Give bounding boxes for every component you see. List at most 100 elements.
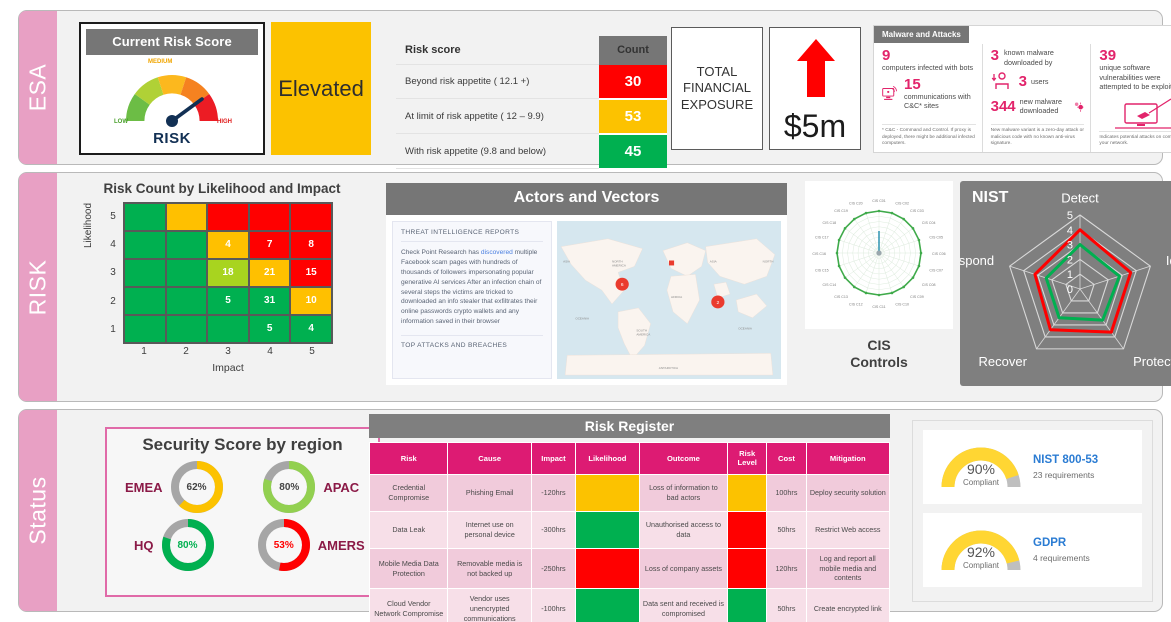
risk-register-color-swatch — [575, 473, 640, 512]
threat-intelligence-pane[interactable]: THREAT INTELLIGENCE REPORTS Check Point … — [392, 221, 552, 379]
matrix-cell[interactable] — [124, 286, 166, 315]
matrix-cell[interactable]: 4 — [290, 314, 332, 343]
security-score-donut: 80% — [160, 517, 216, 573]
status-row: Status Security Score by region EMEA 62% 8… — [18, 409, 1163, 622]
threat-intelligence-header: THREAT INTELLIGENCE REPORTS — [401, 229, 543, 242]
matrix-cell[interactable] — [124, 202, 166, 231]
risk-register-cell: Internet use on personal device — [447, 510, 532, 549]
security-score-region-label: APAC — [323, 479, 360, 495]
security-score-item[interactable]: 53% AMERS — [243, 517, 379, 573]
nist-radial-tick: 3 — [1067, 240, 1073, 252]
nist-radial-tick: 1 — [1067, 269, 1073, 281]
table-row[interactable]: Mobile Media Data Protection Removable me… — [368, 547, 891, 590]
risk-register-cell: 50hrs — [766, 588, 807, 622]
nist-axis-label: Respond — [960, 253, 994, 268]
security-score-grid: EMEA 62% 80% APAC HQ 80% 53% AMERS — [107, 459, 378, 573]
risk-score-table: Risk score Count Beyond risk appetite ( … — [396, 36, 667, 170]
risk-register-column-header[interactable]: Cause — [447, 442, 532, 475]
cis-controls-card: CIS C01 CIS C02 CIS C03 CIS C04 CIS C05 CIS C… — [805, 181, 953, 386]
esa-row-body: Current Risk Score LOW MEDIUM HIGH RISK … — [57, 11, 1171, 170]
compliance-item[interactable]: 92% Compliant GDPR 4 requirements — [923, 513, 1142, 587]
ti-discovered-link[interactable]: discovered — [481, 249, 513, 256]
security-score-item[interactable]: HQ 80% — [107, 517, 243, 573]
compliance-percent: 92% — [966, 544, 996, 560]
matrix-cell[interactable] — [124, 314, 166, 343]
risk-register-column-header[interactable]: Outcome — [638, 442, 729, 475]
elevated-status-card: Elevated — [271, 22, 371, 155]
matrix-cell[interactable]: 10 — [290, 286, 332, 315]
malware-col1-text2: communications with C&C* sites — [904, 91, 971, 111]
cis-axis-label: CIS C19 — [834, 209, 848, 213]
risk-matrix-x-axis-label: Impact — [212, 361, 244, 374]
y-tick: 4 — [110, 238, 116, 250]
security-score-donut: 53% — [256, 517, 312, 573]
matrix-cell[interactable]: 8 — [290, 230, 332, 259]
esa-row: ESA Current Risk Score LOW MEDIUM HIGH R… — [18, 10, 1171, 170]
matrix-cell[interactable] — [207, 314, 249, 343]
matrix-cell[interactable] — [207, 202, 249, 231]
malware-col2-big2: 3 — [1018, 72, 1027, 90]
nist-label: NIST — [972, 189, 1009, 206]
compliance-item[interactable]: 90% Compliant NIST 800-53 23 requirements — [923, 430, 1142, 504]
risk-register-cell: Create encrypted link — [805, 588, 891, 622]
matrix-cell[interactable]: 4 — [207, 230, 249, 259]
risk-register-column-header[interactable]: Mitigation — [805, 442, 891, 475]
cis-axis-label: CIS C17 — [815, 236, 829, 240]
security-score-region-label: HQ — [134, 537, 154, 553]
table-row: At limit of risk appetite ( 12 – 9.9) 53 — [396, 98, 667, 135]
security-score-item[interactable]: EMEA 62% — [107, 459, 243, 515]
svg-text:OCEANIA: OCEANIA — [738, 327, 752, 331]
virus-icon — [1074, 102, 1085, 113]
risk-gauge-icon: LOW MEDIUM HIGH RISK — [114, 59, 232, 147]
svg-text:OCEANIA: OCEANIA — [575, 317, 589, 321]
risk-score-header-label: Risk score — [396, 36, 599, 65]
total-financial-exposure-label: TOTAL FINANCIAL EXPOSURE — [680, 64, 754, 112]
table-row[interactable]: Credential Compromise Phishing Email -120h… — [368, 473, 891, 512]
malware-col1-footnote: * C&C - Command and Control. If proxy is… — [882, 123, 976, 148]
svg-text:2: 2 — [716, 300, 719, 306]
malware-col-3: 39 unique software vulnerabilities were … — [1090, 44, 1171, 152]
matrix-cell[interactable] — [165, 202, 208, 231]
matrix-cell[interactable]: 18 — [207, 258, 249, 287]
matrix-cell[interactable] — [165, 314, 208, 343]
matrix-cell[interactable] — [165, 258, 208, 287]
risk-score-row-0-label: Beyond risk appetite ( 12.1 +) — [396, 64, 599, 99]
risk-register-column-header[interactable]: Risk — [368, 442, 449, 475]
compliance-requirements: 23 requirements — [1033, 470, 1095, 481]
risk-register-title: Risk Register — [369, 414, 890, 438]
cis-radar-icon: CIS C01 CIS C02CIS C03 CIS C04 CIS C05 CIS C… — [812, 199, 945, 309]
risk-register-header-row: Risk Cause Impact Likelihood Outcome Risk Lev… — [368, 442, 891, 475]
table-row[interactable]: Data Leak Internet use on personal device… — [368, 510, 891, 549]
risk-register-table: Risk Cause Impact Likelihood Outcome Risk Lev… — [368, 442, 891, 622]
risk-register-column-header[interactable]: Likelihood — [575, 442, 640, 475]
matrix-cell[interactable]: 31 — [248, 286, 291, 315]
matrix-cell[interactable]: 5 — [248, 314, 291, 343]
matrix-cell[interactable]: 5 — [207, 286, 249, 315]
matrix-cell[interactable] — [124, 258, 166, 287]
risk-register-column-header[interactable]: Impact — [530, 442, 577, 475]
nist-card: NIST Detect Identify Protect Recover Respond… — [942, 181, 1171, 386]
risk-row-body: Risk Count by Likelihood and Impact Like… — [57, 173, 1171, 401]
matrix-cell[interactable] — [290, 202, 332, 231]
cis-axis-label: CIS C11 — [872, 305, 885, 309]
cis-axis-label: CIS C20 — [849, 202, 863, 206]
matrix-cell[interactable] — [248, 202, 291, 231]
world-threat-map[interactable]: ASIA NORTH AMERICA SOUTH AMERICA AFRICA AS… — [557, 221, 781, 379]
matrix-cell[interactable] — [165, 286, 208, 315]
cis-axis-label: CIS C16 — [812, 252, 826, 256]
cis-axis-label: CIS C07 — [929, 268, 943, 272]
nist-radial-tick: 0 — [1067, 284, 1073, 296]
security-score-value: 62% — [186, 481, 207, 493]
matrix-cell[interactable]: 7 — [248, 230, 291, 259]
compliance-text: GDPR 4 requirements — [1033, 535, 1090, 565]
table-row[interactable]: Cloud Vendor Network Compromise Vendor us… — [368, 588, 891, 622]
row-tab-esa: ESA — [19, 11, 57, 164]
matrix-cell[interactable]: 21 — [248, 258, 291, 287]
row-tab-status: Status — [19, 410, 57, 611]
risk-register-column-header[interactable]: Risk Level — [727, 442, 768, 475]
matrix-cell[interactable] — [124, 230, 166, 259]
matrix-cell[interactable] — [165, 230, 208, 259]
risk-register-column-header[interactable]: Cost — [766, 442, 807, 475]
matrix-cell[interactable]: 15 — [290, 258, 332, 287]
security-score-item[interactable]: 80% APAC — [243, 459, 379, 515]
